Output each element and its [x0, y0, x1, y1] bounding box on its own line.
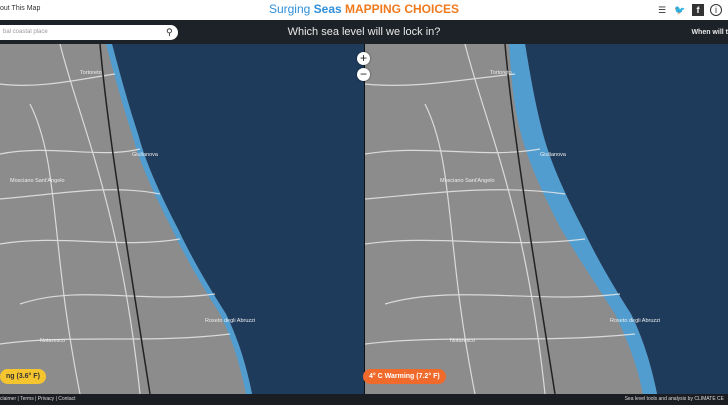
place-label: Mosciano Sant'Angelo: [440, 178, 495, 184]
place-label: Giulianova: [540, 152, 567, 158]
page-question: Which sea level will we lock in?: [287, 26, 441, 38]
facebook-icon[interactable]: f: [692, 4, 704, 16]
twitter-icon[interactable]: 🐦: [674, 4, 686, 16]
brand-part-2: Seas: [313, 2, 346, 16]
brand-part-1: Surging: [268, 2, 314, 16]
left-warming-button[interactable]: ng (3.6° F): [0, 369, 46, 384]
place-label: Tortoreto: [80, 70, 102, 76]
footer: claimer | Terms | Privacy | Contact Sea …: [0, 394, 728, 405]
right-map[interactable]: Tortoreto Giulianova Mosciano Sant'Angel…: [365, 44, 728, 394]
settings-sliders-icon[interactable]: ☰: [656, 4, 668, 16]
zoom-out-button[interactable]: −: [357, 68, 370, 81]
place-label: Giulianova: [132, 152, 159, 158]
brand-logo: Surging Seas MAPPING CHOICES: [0, 2, 728, 17]
zoom-in-button[interactable]: +: [357, 52, 370, 65]
place-label: Tortoreto: [490, 70, 512, 76]
place-label: Mosciano Sant'Angelo: [10, 178, 65, 184]
right-warming-button[interactable]: 4° C Warming (7.2° F): [363, 369, 446, 384]
top-icons: ☰ 🐦 f i: [656, 4, 722, 16]
footer-links[interactable]: claimer | Terms | Privacy | Contact: [0, 394, 76, 405]
place-label: Notaresco: [450, 338, 475, 344]
left-map[interactable]: Tortoreto Giulianova Mosciano Sant'Angel…: [0, 44, 364, 394]
brand-part-3: MAPPING CHOICES: [345, 2, 460, 16]
place-label: Notaresco: [40, 338, 65, 344]
when-label: When will t: [691, 29, 728, 36]
footer-credit: Sea level tools and analysis by CLIMATE …: [624, 396, 724, 402]
place-label: Roseto degli Abruzzi: [610, 318, 660, 324]
info-icon[interactable]: i: [710, 4, 722, 16]
top-bar: out This Map Surging Seas MAPPING CHOICE…: [0, 0, 728, 21]
place-label: Roseto degli Abruzzi: [205, 318, 255, 324]
